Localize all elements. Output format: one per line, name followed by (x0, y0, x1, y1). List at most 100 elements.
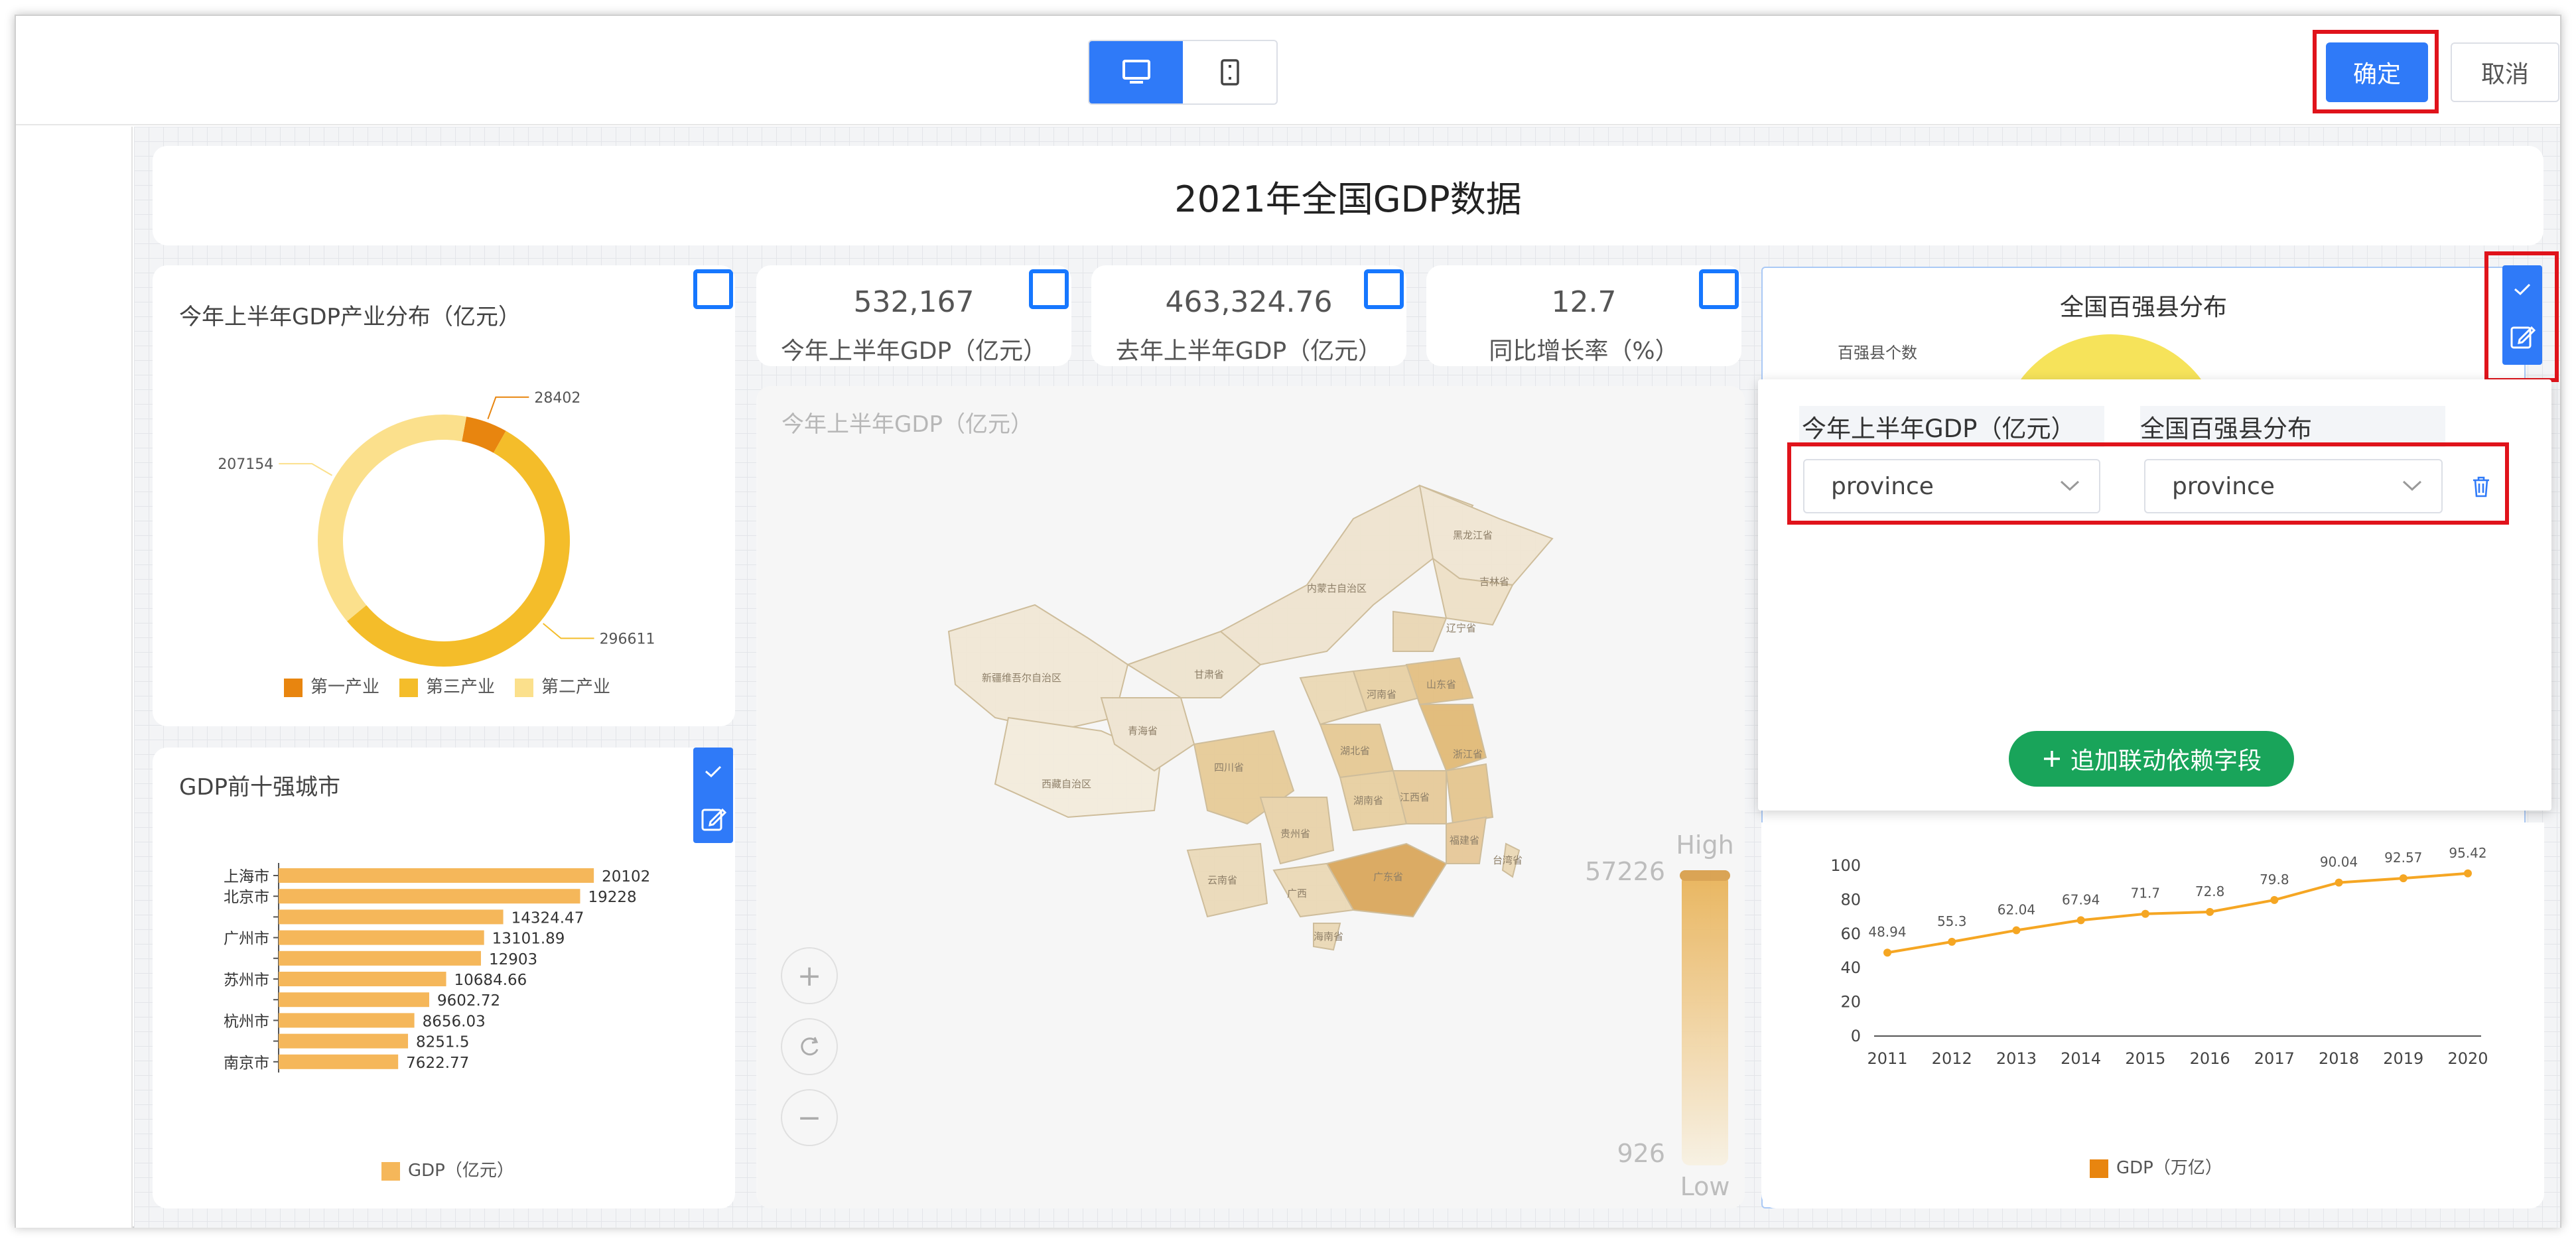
trend-legend: GDP（万亿） (2090, 1154, 2222, 1179)
bar-data-label: 7622.77 (406, 1055, 469, 1072)
city-legend: GDP（亿元） (381, 1157, 514, 1181)
donut-slice (347, 430, 570, 667)
chevron-down-icon (2402, 480, 2422, 491)
select-value: province (2172, 472, 2275, 500)
map-zoom-in-button[interactable]: + (781, 947, 838, 1004)
edit-icon (2510, 326, 2536, 349)
line-data-label: 55.3 (1937, 913, 1967, 929)
line-series-gdp (1887, 872, 2469, 954)
donut-leader-line (543, 623, 594, 639)
bar-data-label: 14324.47 (511, 909, 584, 927)
line-point (2012, 926, 2021, 935)
bar-data-label: 19228 (588, 889, 636, 906)
line-y-tick-label: 0 (1851, 1027, 1861, 1045)
kpi-card-lastyear[interactable]: 463,324.76 去年上半年GDP（亿元） (1091, 265, 1406, 366)
line-point (2076, 916, 2085, 925)
city-bar-chart: 20102 上海市 19228 北京市 14324.47 13101.89 广州市 12903… (224, 863, 650, 1073)
bar (279, 1033, 409, 1049)
map-label-heilongjiang: 黑龙江省 (1453, 529, 1493, 541)
linkage-col2-header: 全国百强县分布 (2140, 406, 2445, 447)
donut-data-label: 207154 (218, 456, 273, 473)
industry-legend: 第一产业 第三产业 第二产业 (284, 673, 610, 698)
gdp-trend-chart: 0 20 40 60 80 100 48.94 2011 55.3 2012 62.04 2013 67… (1830, 845, 2488, 1068)
bar (279, 909, 504, 925)
map-label-guizhou: 贵州省 (1280, 828, 1310, 840)
bar-data-label: 9602.72 (437, 992, 500, 1010)
bar-category-label: 广州市 (224, 931, 269, 948)
line-point (2464, 869, 2472, 878)
donut-leader-line (279, 463, 333, 476)
bar (279, 930, 484, 945)
kpi-card-growth[interactable]: 12.7 同比增长率（%） (1426, 265, 1741, 366)
refresh-icon (801, 1037, 819, 1056)
visualmap-handle-top[interactable] (1680, 870, 1730, 881)
cancel-button[interactable]: 取消 (2451, 42, 2559, 102)
visualmap-bar[interactable] (1682, 874, 1728, 1165)
map-label-taiwan: 台湾省 (1493, 854, 1523, 866)
bar-data-label: 20102 (602, 868, 650, 885)
line-data-label: 62.04 (1998, 902, 2035, 918)
map-label-qinghai: 青海省 (1128, 725, 1158, 737)
desktop-view-button[interactable] (1089, 41, 1183, 103)
bar-category-label: 北京市 (224, 889, 269, 906)
kpi-select-checkbox[interactable] (1699, 269, 1739, 309)
bar-category-label: 苏州市 (224, 972, 269, 989)
top100-confirm-button[interactable] (2502, 265, 2542, 313)
kpi-select-checkbox[interactable] (1364, 269, 1404, 309)
kpi-value: 532,167 (853, 285, 975, 319)
city-edit-button[interactable] (693, 795, 733, 843)
linkage-delete-button[interactable] (2465, 471, 2497, 503)
phone-icon (1220, 59, 1239, 86)
donut-slice (318, 415, 467, 621)
map-label-sichuan: 四川省 (1214, 761, 1244, 773)
city-confirm-button[interactable] (693, 748, 733, 795)
line-x-tick-label: 2020 (2447, 1049, 2488, 1068)
line-data-label: 92.57 (2384, 850, 2422, 866)
industry-donut-chart: 28402 296611 207154 (218, 390, 655, 667)
check-icon (705, 765, 722, 778)
bar (279, 1013, 415, 1028)
legend-item-gdp: GDP（亿元） (381, 1157, 514, 1181)
add-linkage-label: 追加联动依赖字段 (2070, 748, 2262, 775)
map-reset-button[interactable] (781, 1018, 838, 1075)
top100-edit-button[interactable] (2502, 313, 2542, 361)
line-data-label: 90.04 (2320, 854, 2358, 870)
add-linkage-field-button[interactable]: 追加联动依赖字段 (2009, 731, 2294, 787)
linkage-field-select-2[interactable]: province (2144, 459, 2443, 513)
kpi-value: 12.7 (1551, 285, 1617, 319)
kpi-card-current[interactable]: 532,167 今年上半年GDP（亿元） (756, 265, 1071, 366)
linkage-panel: 今年上半年GDP（亿元） 全国百强县分布 province province 追… (1758, 379, 2551, 811)
dashboard-title[interactable]: 2021年全国GDP数据 (153, 146, 2543, 245)
map-zoom-out-button[interactable]: − (781, 1089, 838, 1146)
industry-select-checkbox[interactable] (693, 269, 733, 309)
map-label-hunan: 湖南省 (1353, 795, 1383, 807)
line-data-label: 48.94 (1868, 924, 1906, 940)
bar (279, 972, 446, 986)
bar-data-label: 8656.03 (423, 1013, 486, 1030)
map-label-xinjiang: 新疆维吾尔自治区 (982, 672, 1061, 684)
map-label-fujian: 福建省 (1450, 834, 1479, 846)
bar (279, 950, 481, 966)
linkage-field-select-1[interactable]: province (1803, 459, 2100, 513)
legend-item-secondary: 第二产业 (515, 673, 610, 698)
donut-leader-line (487, 396, 529, 420)
bar-category-label: 杭州市 (224, 1013, 269, 1030)
app-window: 确定 取消 2021年全国GDP数据 今年上半年GDP产业分布（亿元） 2840… (0, 0, 2576, 1241)
map-card[interactable]: 今年上半年GDP（亿元） 新疆维吾尔自治区 西藏自治区 青海省 甘肃省 内蒙古自… (756, 386, 1745, 1208)
legend-item-tertiary: 第三产业 (399, 673, 495, 698)
check-icon (2514, 283, 2531, 296)
bar (279, 992, 429, 1008)
line-x-tick-label: 2012 (1932, 1049, 1972, 1068)
kpi-select-checkbox[interactable] (1029, 269, 1069, 309)
bar-data-label: 12903 (489, 951, 537, 968)
kpi-label: 去年上半年GDP（亿元） (1115, 338, 1383, 365)
industry-card[interactable]: 今年上半年GDP产业分布（亿元） 28402 296611 207154 第一产业 … (153, 265, 735, 726)
confirm-button[interactable]: 确定 (2326, 42, 2428, 102)
map-label-jilin: 吉林省 (1479, 576, 1509, 588)
line-point (2206, 907, 2214, 916)
trend-card[interactable]: 0 20 40 60 80 100 48.94 2011 55.3 2012 62.04 2013 67… (1761, 822, 2544, 1208)
bar (279, 889, 580, 904)
visualmap-min-label: 926 (1617, 1139, 1665, 1168)
city-card[interactable]: GDP前十强城市 20102 上海市 19228 北京市 14324.47 13101.8… (153, 748, 735, 1208)
mobile-view-button[interactable] (1183, 41, 1276, 103)
